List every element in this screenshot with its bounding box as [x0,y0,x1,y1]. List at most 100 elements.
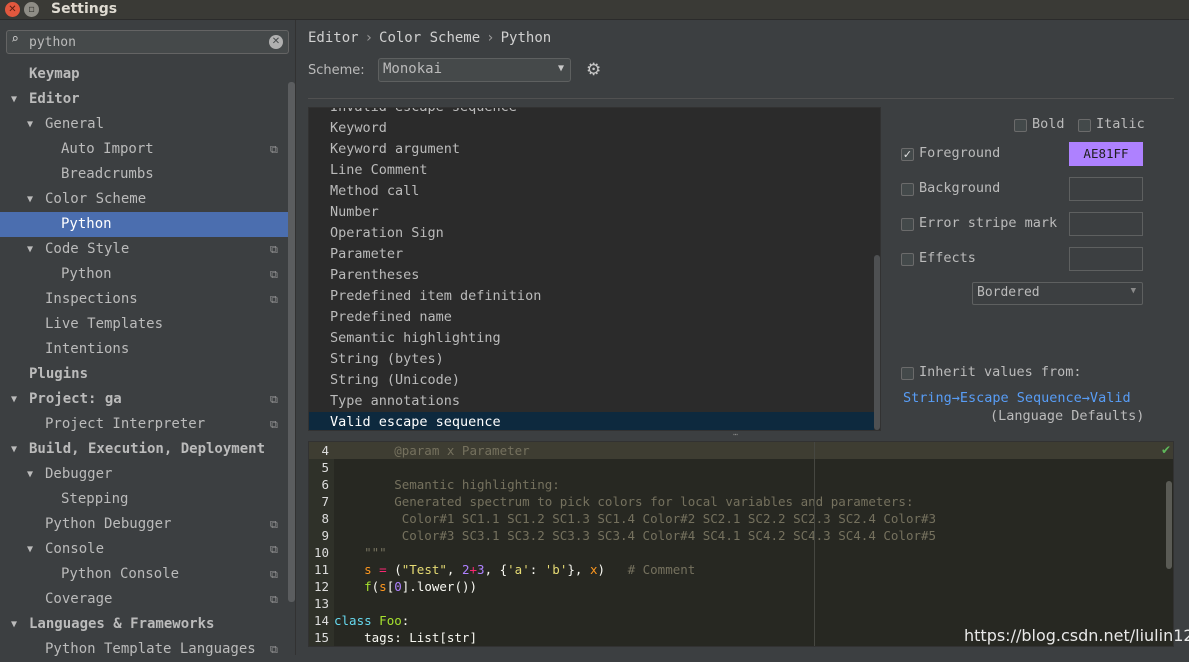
sidebar-item[interactable]: Python ⧉ [0,262,290,287]
expand-arrow-icon[interactable]: ▼ [11,387,17,412]
bold-label: Bold [1032,116,1065,132]
attribute-list-item[interactable]: Type annotations [309,391,874,412]
sidebar-item[interactable]: Python Console ⧉ [0,562,290,587]
error-stripe-color-swatch[interactable] [1069,212,1143,236]
gear-icon[interactable]: ⚙ [586,60,601,80]
foreground-color-swatch[interactable]: AE81FF [1069,142,1143,166]
attribute-list-item[interactable]: Method call [309,181,874,202]
effects-color-swatch[interactable] [1069,247,1143,271]
attribute-list-item[interactable]: Predefined name [309,307,874,328]
scheme-dropdown[interactable]: Monokai ▼ [378,58,571,82]
sidebar-item[interactable]: ▼ Project: ga ⧉ [0,387,290,412]
attribute-list-item[interactable]: String (Unicode) [309,370,874,391]
attribute-list-item[interactable]: Invalid escape sequence [309,108,874,118]
attribute-list-item[interactable]: Parentheses [309,265,874,286]
attribute-list-item[interactable]: Number [309,202,874,223]
sidebar-item-label: Python [61,216,112,232]
error-stripe-checkbox[interactable] [901,218,914,231]
line-number: 9 [321,528,329,543]
expand-arrow-icon[interactable]: ▼ [11,437,17,462]
sidebar-item[interactable]: Auto Import ⧉ [0,137,290,162]
preview-scrollbar[interactable] [1166,481,1172,569]
sidebar-item[interactable]: Python Template Languages ⧉ [0,637,290,662]
code-token: "Test" [401,562,447,577]
search-icon[interactable]: ⌕ [11,32,19,47]
expand-arrow-icon[interactable]: ▼ [11,87,17,112]
sidebar-item[interactable]: ▼ Debugger [0,462,290,487]
attribute-options-panel: Bold Italic ✓ Foreground AE81FF Backgrou… [893,107,1189,437]
sidebar-item[interactable]: ▼ Color Scheme [0,187,290,212]
effects-type-dropdown[interactable]: Bordered ▼ [972,282,1143,305]
sidebar-item[interactable]: Live Templates [0,312,290,337]
attribute-list-item[interactable]: Predefined item definition [309,286,874,307]
attribute-list-item[interactable]: Keyword [309,118,874,139]
bold-checkbox[interactable] [1014,119,1027,132]
sidebar-item-label: Coverage [45,591,113,607]
attribute-list-item[interactable]: String (bytes) [309,349,874,370]
sidebar-item[interactable]: Keymap [0,62,290,87]
code-line: 6 Semantic highlighting: [309,476,1173,493]
sidebar-item[interactable]: Project Interpreter ⧉ [0,412,290,437]
breadcrumb-color-scheme[interactable]: Color Scheme [379,30,480,46]
attribute-list-scrollbar[interactable] [874,255,880,430]
sidebar-item[interactable]: Breadcrumbs [0,162,290,187]
clear-search-icon[interactable]: ✕ [269,35,283,49]
sidebar-item[interactable]: Intentions [0,337,290,362]
code-token: ].lower()) [401,579,478,594]
splitter-handle-icon[interactable]: ⋯ [733,430,738,439]
settings-search-input[interactable] [29,33,259,51]
background-checkbox[interactable] [901,183,914,196]
expand-arrow-icon[interactable]: ▼ [27,187,33,212]
italic-checkbox[interactable] [1078,119,1091,132]
expand-arrow-icon[interactable]: ▼ [27,237,33,262]
expand-arrow-icon[interactable]: ▼ [27,112,33,137]
code-token: Color#1 SC1.1 SC1.2 SC1.3 SC1.4 Color#2 … [334,511,937,526]
italic-label: Italic [1096,116,1145,132]
sidebar-item[interactable]: ▼ General [0,112,290,137]
attribute-list-item[interactable]: Operation Sign [309,223,874,244]
expand-arrow-icon[interactable]: ▼ [27,537,33,562]
sidebar-item[interactable]: Python [0,212,290,237]
sidebar-item[interactable]: ▼ Languages & Frameworks [0,612,290,637]
sidebar-item[interactable]: Python Debugger ⧉ [0,512,290,537]
minimize-window-button[interactable]: ▫ [24,2,39,17]
sidebar-item-label: Auto Import [61,141,154,157]
sidebar-scrollbar[interactable] [288,82,295,602]
breadcrumb-editor[interactable]: Editor [308,30,359,46]
attribute-list-item[interactable]: Keyword argument [309,139,874,160]
settings-tree: Keymap ▼ Editor ▼ General Auto Import ⧉ Breadcr… [0,62,290,662]
expand-arrow-icon[interactable]: ▼ [11,612,17,637]
code-text: Color#1 SC1.1 SC1.2 SC1.3 SC1.4 Color#2 … [334,510,936,527]
line-number: 15 [313,630,329,645]
sidebar-item[interactable]: Plugins [0,362,290,387]
attribute-list-item[interactable]: Semantic highlighting [309,328,874,349]
close-window-button[interactable]: ✕ [5,2,20,17]
code-token: @param x Parameter [334,443,530,458]
sidebar-item[interactable]: ▼ Build, Execution, Deployment [0,437,290,462]
code-token: , { [484,562,508,577]
effects-checkbox[interactable] [901,253,914,266]
expand-arrow-icon[interactable]: ▼ [27,462,33,487]
settings-search-box[interactable]: ⌕ ✕ [6,30,289,54]
code-preview[interactable]: 4 @param x Parameter 5 6 Semantic highligh… [308,441,1174,647]
sidebar-item[interactable]: ▼ Code Style ⧉ [0,237,290,262]
inherit-checkbox[interactable] [901,367,914,380]
background-color-swatch[interactable] [1069,177,1143,201]
scheme-label: Scheme: [308,63,365,78]
code-token: 0 [394,579,402,594]
sidebar-item[interactable]: ▼ Editor [0,87,290,112]
foreground-checkbox[interactable]: ✓ [901,148,914,161]
sidebar-item[interactable]: Inspections ⧉ [0,287,290,312]
attribute-list-item[interactable]: Parameter [309,244,874,265]
sidebar-item[interactable]: ▼ Console ⧉ [0,537,290,562]
inherit-source-link[interactable]: String→Escape Sequence→Valid [903,390,1131,406]
attribute-list-item[interactable]: Valid escape sequence [309,412,874,430]
line-number: 7 [321,494,329,509]
window-title: Settings [51,1,118,17]
error-stripe-label: Error stripe mark [919,215,1058,231]
project-scope-icon: ⧉ [270,543,278,556]
sidebar-item[interactable]: Coverage ⧉ [0,587,290,612]
sidebar-item[interactable]: Stepping [0,487,290,512]
attribute-list-item[interactable]: Line Comment [309,160,874,181]
